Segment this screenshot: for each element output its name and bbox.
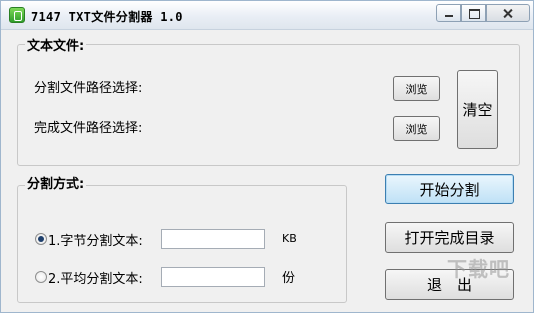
minimize-button[interactable] (436, 4, 461, 22)
file-group-label: 文本文件: (25, 35, 87, 54)
main-window: 7147 TXT文件分割器 1.0 文本文件: 分割文件路径选择: 浏览 完成文… (0, 0, 534, 313)
open-output-dir-button[interactable]: 打开完成目录 (385, 222, 514, 253)
app-icon (9, 7, 25, 23)
part-count-input[interactable] (161, 267, 265, 287)
maximize-button[interactable] (461, 4, 486, 22)
start-split-button[interactable]: 开始分割 (385, 174, 514, 204)
close-button[interactable] (486, 4, 530, 22)
byte-split-radio[interactable] (35, 233, 47, 245)
browse-split-button[interactable]: 浏览 (393, 76, 440, 101)
byte-split-label[interactable]: 1.字节分割文本: (48, 230, 143, 249)
done-path-label: 完成文件路径选择: (34, 121, 143, 136)
average-split-label[interactable]: 2.平均分割文本: (48, 268, 143, 287)
window-title: 7147 TXT文件分割器 1.0 (31, 10, 183, 24)
mode-group-label: 分割方式: (25, 173, 87, 192)
split-path-label: 分割文件路径选择: (34, 81, 143, 96)
file-groupbox (17, 44, 520, 166)
browse-done-button[interactable]: 浏览 (393, 116, 440, 141)
kb-unit-label: KB (282, 232, 297, 245)
watermark-logo: 下载吧 (447, 257, 510, 281)
clear-button[interactable]: 清空 (457, 70, 498, 149)
byte-size-input[interactable] (161, 229, 265, 249)
title-bar[interactable]: 7147 TXT文件分割器 1.0 (1, 1, 533, 30)
average-split-radio[interactable] (35, 271, 47, 283)
part-unit-label: 份 (282, 271, 296, 286)
